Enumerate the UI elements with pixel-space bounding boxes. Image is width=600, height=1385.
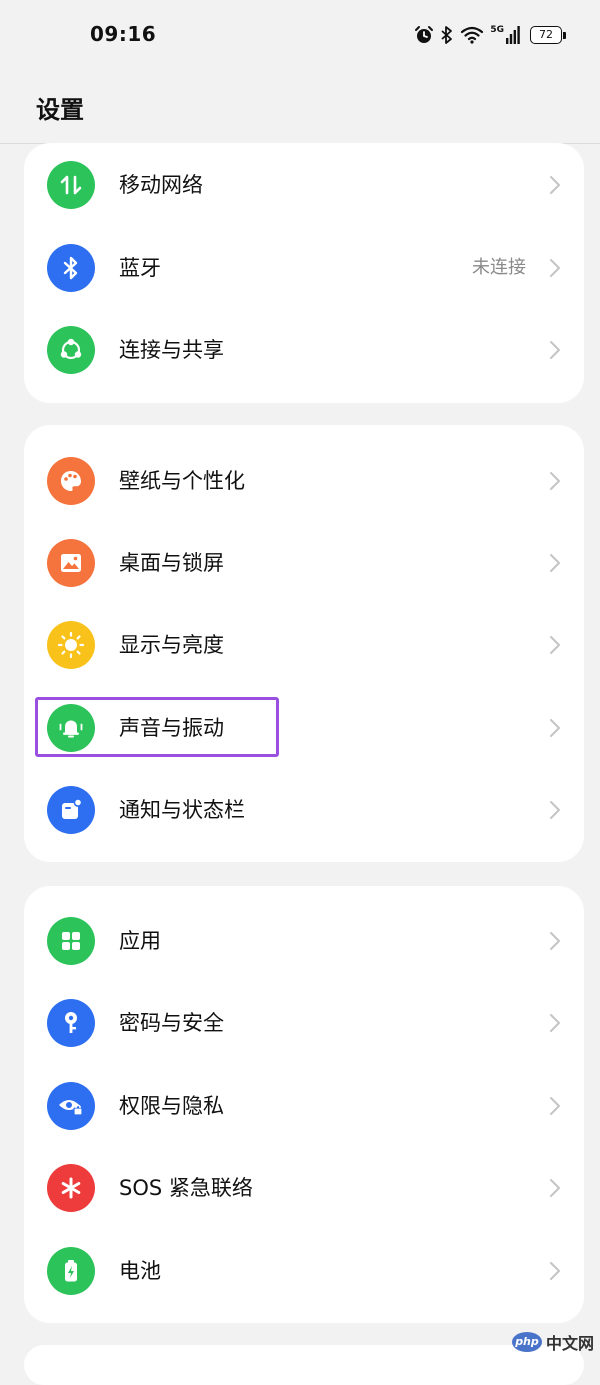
status-icons: 5G 72 — [414, 22, 566, 48]
chevron-right-icon — [550, 1097, 560, 1115]
settings-item-sound-vibration[interactable]: 声音与振动 — [24, 687, 584, 769]
settings-item-desktop-lockscreen[interactable]: 桌面与锁屏 — [24, 522, 584, 604]
settings-item-wallpaper[interactable]: 壁纸与个性化 — [24, 440, 584, 522]
bell-icon — [47, 704, 95, 752]
settings-item-label: 蓝牙 — [119, 256, 161, 280]
chevron-right-icon — [550, 932, 560, 950]
page-header: 设置 — [0, 70, 600, 144]
chevron-right-icon — [550, 719, 560, 737]
settings-item-label: SOS 紧急联络 — [119, 1176, 253, 1200]
wifi-icon — [460, 25, 484, 45]
bluetooth-status-icon — [440, 25, 454, 45]
status-bar: 09:16 5G 72 — [0, 0, 600, 70]
page-title: 设置 — [36, 96, 84, 124]
image-icon — [47, 539, 95, 587]
settings-item-label: 电池 — [119, 1259, 161, 1283]
settings-item-label: 移动网络 — [119, 173, 203, 197]
settings-item-label: 应用 — [119, 929, 161, 953]
settings-item-label: 桌面与锁屏 — [119, 551, 224, 575]
settings-item-sos[interactable]: SOS 紧急联络 — [24, 1147, 584, 1229]
watermark-logo: php — [511, 1332, 542, 1352]
share-icon — [47, 326, 95, 374]
settings-item-notifications[interactable]: 通知与状态栏 — [24, 769, 584, 851]
settings-item-display-brightness[interactable]: 显示与亮度 — [24, 604, 584, 686]
chevron-right-icon — [550, 176, 560, 194]
chevron-right-icon — [550, 1179, 560, 1197]
privacy-eye-icon — [47, 1082, 95, 1130]
bluetooth-status-value: 未连接 — [472, 257, 526, 278]
chevron-right-icon — [550, 554, 560, 572]
watermark: php 中文网 — [511, 1330, 594, 1354]
settings-item-label: 壁纸与个性化 — [119, 469, 245, 493]
battery-indicator: 72 — [530, 26, 566, 44]
settings-item-permissions-privacy[interactable]: 权限与隐私 — [24, 1065, 584, 1147]
settings-group-connectivity: 移动网络 蓝牙 未连接 连接与共享 — [24, 143, 584, 403]
settings-item-label: 显示与亮度 — [119, 633, 224, 657]
arrows-updown-icon — [47, 161, 95, 209]
key-icon — [47, 999, 95, 1047]
settings-item-label: 密码与安全 — [119, 1011, 224, 1035]
alarm-icon — [414, 25, 434, 45]
settings-item-label: 权限与隐私 — [119, 1094, 224, 1118]
settings-group-system: 应用 密码与安全 权限与隐私 SOS 紧急联络 电池 — [24, 886, 584, 1323]
chevron-right-icon — [550, 472, 560, 490]
settings-item-mobile-network[interactable]: 移动网络 — [24, 144, 584, 226]
settings-item-apps[interactable]: 应用 — [24, 900, 584, 982]
settings-item-label: 通知与状态栏 — [119, 798, 245, 822]
settings-item-connection-sharing[interactable]: 连接与共享 — [24, 309, 584, 391]
watermark-text: 中文网 — [545, 1334, 594, 1353]
status-time: 09:16 — [90, 22, 157, 46]
apps-grid-icon — [47, 917, 95, 965]
battery-charging-icon — [47, 1247, 95, 1295]
notification-icon — [47, 786, 95, 834]
settings-item-label: 声音与振动 — [119, 716, 224, 740]
asterisk-icon — [47, 1164, 95, 1212]
sun-icon — [47, 621, 95, 669]
settings-group-more — [24, 1345, 584, 1385]
settings-item-password-security[interactable]: 密码与安全 — [24, 982, 584, 1064]
chevron-right-icon — [550, 1262, 560, 1280]
chevron-right-icon — [550, 636, 560, 654]
network-type-label: 5G — [490, 25, 504, 35]
settings-item-battery[interactable]: 电池 — [24, 1230, 584, 1312]
battery-level: 72 — [530, 26, 562, 44]
cellular-signal-icon: 5G — [490, 26, 520, 44]
settings-item-label: 连接与共享 — [119, 338, 224, 362]
chevron-right-icon — [550, 1014, 560, 1032]
battery-tip — [563, 31, 566, 39]
settings-group-personalization: 壁纸与个性化 桌面与锁屏 显示与亮度 声音与振动 通知与状态栏 — [24, 425, 584, 862]
bluetooth-icon — [47, 244, 95, 292]
settings-item-bluetooth[interactable]: 蓝牙 未连接 — [24, 227, 584, 309]
chevron-right-icon — [550, 341, 560, 359]
chevron-right-icon — [550, 259, 560, 277]
palette-icon — [47, 457, 95, 505]
chevron-right-icon — [550, 801, 560, 819]
